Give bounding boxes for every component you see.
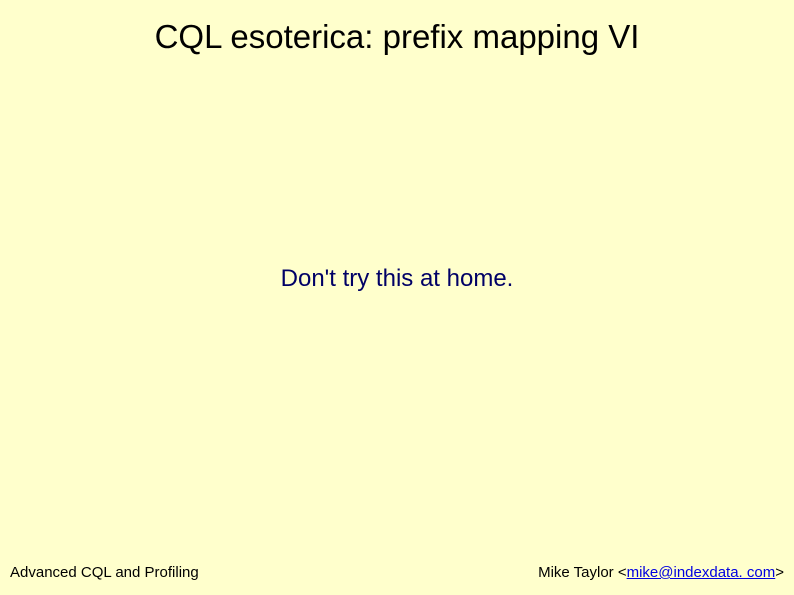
angle-close: >	[775, 564, 784, 581]
angle-open: <	[618, 564, 627, 581]
footer-right: Mike Taylor <mike@indexdata. com>	[538, 564, 784, 581]
author-email-link[interactable]: mike@indexdata. com	[627, 564, 776, 581]
slide-title: CQL esoterica: prefix mapping VI	[0, 18, 794, 56]
footer-left: Advanced CQL and Profiling	[10, 564, 199, 581]
author-name: Mike Taylor	[538, 564, 618, 581]
slide-body-text: Don't try this at home.	[0, 265, 794, 293]
